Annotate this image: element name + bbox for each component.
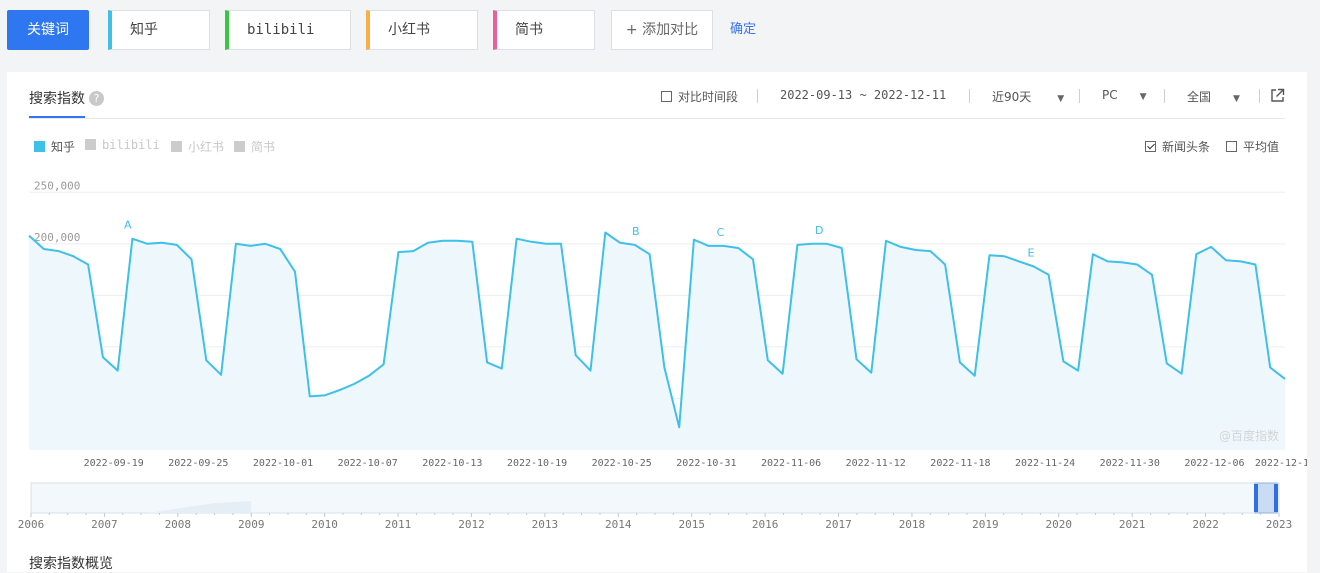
x-tick-label: 2022-10-19 <box>507 458 567 469</box>
overview-year-label: 2017 <box>825 518 852 531</box>
annotation-label: C <box>717 226 725 239</box>
overview-handle-right <box>1274 484 1278 512</box>
keyword-input-zhihu[interactable]: 知乎 <box>108 10 210 50</box>
y-tick-label: 200,000 <box>34 231 80 244</box>
x-tick-label: 2022-12-06 <box>1184 458 1244 469</box>
overview-year-label: 2020 <box>1046 518 1073 531</box>
overview-year-label: 2021 <box>1119 518 1146 531</box>
watermark: @百度指数 <box>1219 428 1279 443</box>
overview-title: 搜索指数概览 <box>29 556 113 572</box>
overview-year-label: 2010 <box>311 518 338 531</box>
overview-year-label: 2019 <box>972 518 999 531</box>
keyword-input-bilibili[interactable]: bilibili <box>225 10 351 50</box>
overview-selection <box>1254 482 1278 514</box>
overview-year-label: 2008 <box>165 518 192 531</box>
y-tick-label: 250,000 <box>34 179 80 192</box>
x-tick-label: 2022-09-19 <box>84 458 144 469</box>
keyword-input-jianshu[interactable]: 简书 <box>493 10 595 50</box>
confirm-link[interactable]: 确定 <box>730 18 756 37</box>
overview-year-label: 2023 <box>1266 518 1293 531</box>
annotation-label: D <box>815 224 823 237</box>
overview-year-label: 2012 <box>458 518 485 531</box>
x-tick-label: 2022-11-06 <box>761 458 821 469</box>
x-tick-label: 2022-10-25 <box>592 458 652 469</box>
overview-year-label: 2014 <box>605 518 632 531</box>
x-tick-label: 2022-11-24 <box>1015 458 1075 469</box>
overview-year-label: 2013 <box>532 518 559 531</box>
overview-year-label: 2009 <box>238 518 265 531</box>
overview-handle-left <box>1254 484 1258 512</box>
x-tick-label: 2022-12-11 <box>1255 458 1307 469</box>
annotation-label: E <box>1028 247 1035 260</box>
add-compare-button[interactable]: + 添加对比 <box>611 10 713 50</box>
overview-year-label: 2016 <box>752 518 779 531</box>
x-tick-label: 2022-10-07 <box>338 458 398 469</box>
keyword-input-xiaohongshu[interactable]: 小红书 <box>366 10 478 50</box>
search-index-chart: 50,000100,000150,000200,000250,000ABCDE@… <box>18 179 1307 531</box>
x-tick-label: 2022-10-13 <box>422 458 482 469</box>
overview-year-label: 2006 <box>18 518 45 531</box>
x-tick-label: 2022-11-30 <box>1100 458 1160 469</box>
overview-year-label: 2011 <box>385 518 412 531</box>
overview-year-label: 2018 <box>899 518 926 531</box>
x-tick-label: 2022-11-12 <box>846 458 906 469</box>
overview-year-label: 2015 <box>678 518 705 531</box>
x-tick-label: 2022-10-31 <box>676 458 736 469</box>
keyword-bar: 关键词 知乎 bilibili 小红书 简书 + 添加对比 确定 <box>0 0 1320 60</box>
keyword-button[interactable]: 关键词 <box>7 10 89 50</box>
annotation-label: A <box>124 219 132 232</box>
x-tick-label: 2022-09-25 <box>168 458 228 469</box>
overview-year-label: 2022 <box>1192 518 1219 531</box>
overview-year-label: 2007 <box>91 518 118 531</box>
x-tick-label: 2022-10-01 <box>253 458 313 469</box>
x-tick-label: 2022-11-18 <box>930 458 990 469</box>
annotation-label: B <box>632 225 640 238</box>
search-index-panel: 搜索指数? 对比时间段 2022-09-13 ~ 2022-12-11 近90天… <box>7 72 1307 572</box>
